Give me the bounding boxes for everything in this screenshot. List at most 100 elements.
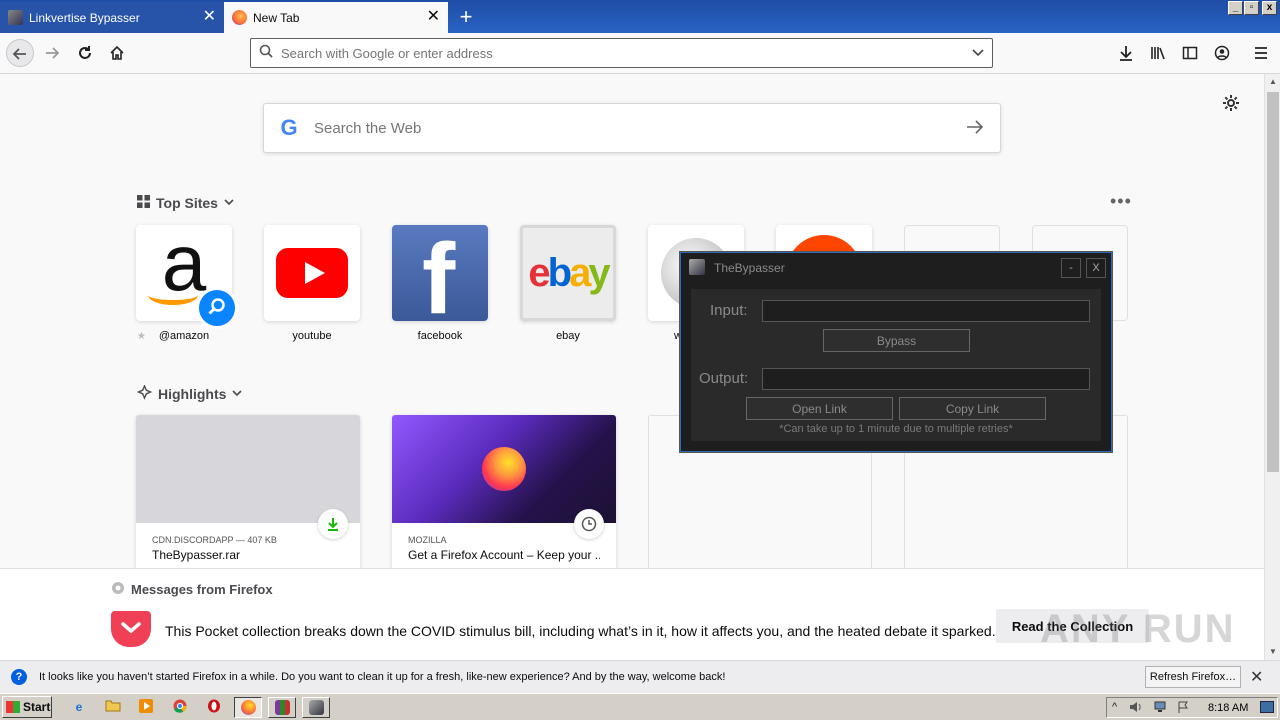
- facebook-logo-icon: f: [422, 225, 456, 321]
- search-icon: [251, 44, 281, 62]
- site-label: facebook: [417, 330, 463, 342]
- top-sites-header[interactable]: Top Sites: [137, 195, 234, 211]
- messages-header[interactable]: Messages from Firefox: [111, 581, 273, 598]
- youtube-logo-icon: [276, 248, 348, 298]
- menu-icon[interactable]: [1249, 41, 1273, 65]
- url-bar[interactable]: [250, 38, 993, 68]
- bypasser-title-bar[interactable]: TheBypasser - X: [681, 253, 1111, 283]
- output-field[interactable]: [762, 368, 1090, 390]
- more-options-icon[interactable]: •••: [1110, 191, 1132, 212]
- google-logo-icon: G: [280, 115, 298, 140]
- tab-title: New Tab: [253, 10, 300, 25]
- ebay-logo-icon: ebay: [528, 250, 610, 295]
- messages-panel: Messages from Firefox This Pocket collec…: [0, 568, 1264, 660]
- firefox-icon: [241, 700, 256, 715]
- bypasser-title: TheBypasser: [714, 261, 785, 275]
- action-center-flag-icon[interactable]: [1177, 701, 1189, 716]
- highlight-card[interactable]: CDN.DISCORDAPP — 407 KB TheBypasser.rar: [136, 415, 360, 575]
- home-icon[interactable]: [103, 39, 131, 67]
- site-label: ebay: [556, 330, 580, 342]
- forward-icon[interactable]: [38, 39, 66, 67]
- bypasser-close-button[interactable]: X: [1086, 258, 1106, 278]
- bypasser-app-icon: [689, 259, 705, 275]
- copy-link-button[interactable]: Copy Link: [899, 397, 1046, 420]
- new-tab-button[interactable]: +: [454, 4, 478, 30]
- scroll-up-icon[interactable]: ▲: [1265, 74, 1280, 90]
- chrome-icon[interactable]: [171, 699, 189, 715]
- top-site-facebook[interactable]: f facebook: [392, 225, 488, 342]
- clock: 8:18 AM: [1208, 702, 1249, 714]
- retry-note: *Can take up to 1 minute due to multiple…: [779, 423, 1013, 435]
- tab-linkvertise-bypasser[interactable]: Linkvertise Bypasser ✕: [0, 2, 224, 33]
- pocket-icon: [111, 611, 151, 647]
- bypasser-app-icon: [309, 700, 324, 715]
- internet-explorer-icon[interactable]: e: [70, 699, 88, 715]
- vertical-scrollbar[interactable]: ▲ ▼: [1264, 74, 1280, 660]
- network-icon[interactable]: [1153, 701, 1167, 716]
- media-player-icon[interactable]: [137, 699, 155, 715]
- opera-icon[interactable]: [205, 699, 223, 715]
- window-minimize-button[interactable]: _: [1228, 1, 1243, 15]
- top-sites-title: Top Sites: [156, 195, 218, 211]
- top-site-youtube[interactable]: youtube: [264, 225, 360, 342]
- notification-bar: ? It looks like you haven’t started Fire…: [0, 660, 1280, 693]
- volume-icon[interactable]: [1129, 701, 1143, 716]
- taskbar-firefox[interactable]: [234, 697, 262, 718]
- back-icon[interactable]: [6, 39, 34, 67]
- clock-icon: [574, 509, 604, 539]
- input-field[interactable]: [762, 300, 1090, 322]
- scroll-down-icon[interactable]: ▼: [1265, 644, 1280, 660]
- highlight-thumbnail: [392, 415, 616, 523]
- message-text: This Pocket collection breaks down the C…: [165, 623, 996, 639]
- tray-expand-icon[interactable]: ^: [1112, 701, 1117, 713]
- amazon-smile-icon: [148, 285, 198, 305]
- highlight-title: TheBypasser.rar: [152, 548, 241, 562]
- search-submit-arrow-icon[interactable]: [950, 117, 1000, 140]
- dropdown-icon[interactable]: [964, 46, 992, 60]
- chevron-down-icon: [232, 389, 243, 400]
- site-tile[interactable]: f: [392, 225, 488, 321]
- start-button[interactable]: Start: [2, 696, 52, 718]
- web-search-input[interactable]: [314, 119, 950, 137]
- highlight-card[interactable]: MOZILLA Get a Firefox Account – Keep you…: [392, 415, 616, 575]
- tab-new-tab[interactable]: New Tab ✕: [224, 2, 448, 33]
- site-tile[interactable]: [264, 225, 360, 321]
- tab-close-icon[interactable]: ✕: [427, 9, 440, 25]
- top-site-amazon[interactable]: a @amazon: [136, 225, 238, 342]
- chevron-down-icon: [224, 198, 234, 209]
- folder-icon[interactable]: [104, 699, 122, 715]
- tab-favicon: [8, 10, 23, 25]
- show-desktop-icon[interactable]: [1260, 701, 1274, 716]
- window-restore-button[interactable]: ▫: [1244, 1, 1259, 15]
- tab-close-icon[interactable]: ✕: [203, 9, 216, 25]
- library-icon[interactable]: [1146, 41, 1170, 65]
- taskbar-thebypasser[interactable]: [302, 697, 330, 718]
- navigation-toolbar: [0, 33, 1280, 74]
- account-icon[interactable]: [1210, 41, 1234, 65]
- reload-icon[interactable]: [71, 39, 99, 67]
- refresh-firefox-button[interactable]: Refresh Firefox…: [1145, 666, 1241, 688]
- scrollbar-thumb[interactable]: [1267, 92, 1279, 472]
- site-tile[interactable]: ebay: [520, 225, 616, 321]
- highlight-title: Get a Firefox Account – Keep your ...: [408, 548, 600, 562]
- gear-icon[interactable]: [1222, 94, 1240, 118]
- taskbar-winrar[interactable]: [268, 697, 296, 718]
- bypasser-body: Input: Bypass Output: Open Link Copy Lin…: [691, 289, 1101, 441]
- downloads-icon[interactable]: [1114, 41, 1138, 65]
- top-site-ebay[interactable]: ebay ebay: [520, 225, 616, 342]
- web-search-box[interactable]: G: [263, 103, 1001, 153]
- highlights-header[interactable]: Highlights: [136, 384, 243, 403]
- close-icon[interactable]: ✕: [1250, 667, 1263, 687]
- window-close-button[interactable]: x: [1262, 1, 1277, 15]
- messages-title: Messages from Firefox: [131, 582, 273, 597]
- url-input[interactable]: [281, 45, 964, 61]
- highlight-source: MOZILLA: [408, 535, 447, 545]
- download-icon: [318, 509, 348, 539]
- bypass-button[interactable]: Bypass: [823, 329, 970, 352]
- open-link-button[interactable]: Open Link: [746, 397, 893, 420]
- firefox-favicon: [232, 10, 247, 25]
- highlight-thumbnail: [136, 415, 360, 523]
- bypasser-minimize-button[interactable]: -: [1061, 258, 1081, 278]
- sidebar-icon[interactable]: [1178, 41, 1202, 65]
- thebypasser-window: TheBypasser - X Input: Bypass Output: Op…: [680, 252, 1112, 452]
